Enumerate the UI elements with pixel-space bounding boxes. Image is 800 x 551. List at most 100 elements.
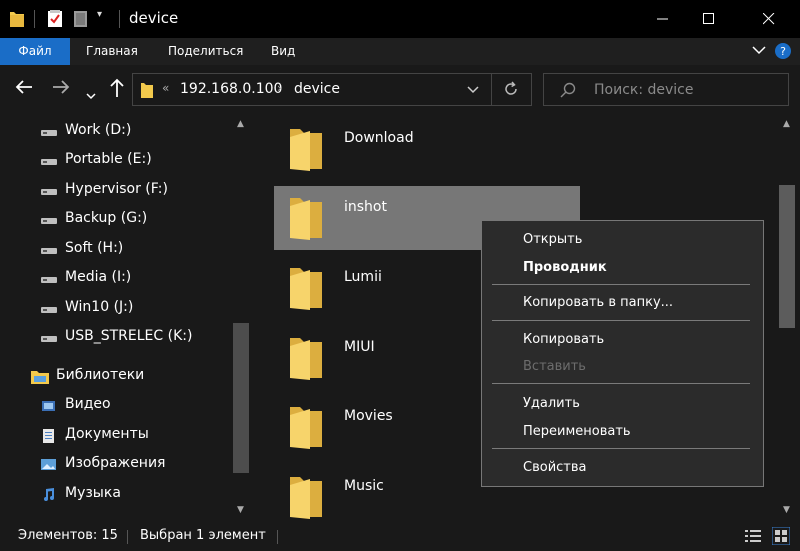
breadcrumb-overflow[interactable]: «	[162, 81, 169, 95]
status-bar: Элементов: 15 Выбран 1 элемент	[0, 521, 800, 551]
menu-item-label: Удалить	[523, 396, 580, 411]
folder-icon[interactable]	[10, 10, 24, 27]
up-button[interactable]	[110, 78, 124, 103]
menu-item-label: Вставить	[523, 359, 586, 374]
close-icon	[763, 13, 775, 25]
maximize-icon	[703, 13, 714, 24]
folder-name: Music	[344, 478, 384, 494]
drive-icon	[41, 218, 57, 224]
folder-name: Movies	[344, 408, 393, 424]
nav-item-label: Видео	[65, 396, 111, 412]
menu-item-open[interactable]: Открыть	[482, 227, 763, 253]
chevron-down-icon	[86, 93, 96, 100]
nav-item-label: Work (D:)	[65, 122, 132, 138]
maximize-button[interactable]	[686, 0, 732, 38]
drive-icon	[41, 159, 57, 165]
drive-icon	[41, 277, 57, 283]
scroll-up-icon[interactable]: ▲	[237, 119, 244, 129]
folder-icon	[290, 338, 322, 380]
scroll-down-icon[interactable]: ▼	[237, 505, 244, 515]
menu-item-delete[interactable]: Удалить	[482, 391, 763, 417]
nav-item-label: Portable (E:)	[65, 151, 152, 167]
refresh-icon	[505, 81, 517, 95]
address-row: « 192.168.0.100 › device Поиск: device	[0, 65, 800, 115]
search-input[interactable]: Поиск: device	[594, 82, 694, 98]
drive-icon	[41, 336, 57, 342]
back-button[interactable]	[15, 79, 33, 100]
arrow-left-icon	[15, 80, 32, 94]
tab-share[interactable]: Поделиться	[156, 38, 255, 65]
folder-icon	[290, 477, 322, 519]
expand-ribbon-icon[interactable]	[752, 45, 766, 55]
tab-view[interactable]: Вид	[259, 38, 307, 65]
minimize-icon	[657, 18, 668, 20]
nav-scrollbar[interactable]: ▲ ▼	[231, 115, 251, 521]
address-history-button[interactable]	[467, 82, 479, 100]
window-title: device	[129, 9, 179, 27]
navigation-pane: Work (D:) Portable (E:) Hypervisor (F:) …	[0, 115, 253, 521]
folder-name: inshot	[344, 199, 387, 215]
status-divider	[127, 530, 128, 544]
menu-item-copy-to[interactable]: Копировать в папку...	[482, 290, 763, 316]
menu-item-label: Открыть	[523, 232, 583, 247]
pictures-icon	[41, 459, 56, 470]
folder-item[interactable]: Download	[274, 117, 580, 181]
folder-icon	[290, 129, 322, 171]
address-bar[interactable]: « 192.168.0.100 › device	[132, 73, 532, 106]
nav-item-label: Win10 (J:)	[65, 299, 134, 315]
menu-item-label: Свойства	[523, 460, 587, 475]
folder-icon	[290, 407, 322, 449]
tab-home[interactable]: Главная	[74, 38, 150, 65]
quick-access-dropdown-icon[interactable]: ▾	[97, 9, 102, 20]
menu-separator	[492, 320, 750, 321]
scroll-down-icon[interactable]: ▼	[783, 505, 790, 515]
drive-icon	[41, 130, 57, 136]
search-box[interactable]: Поиск: device	[543, 73, 789, 106]
arrow-up-icon	[110, 78, 124, 97]
close-button[interactable]	[746, 0, 792, 38]
folder-name: Lumii	[344, 269, 382, 285]
breadcrumb-current[interactable]: device	[294, 81, 340, 97]
scroll-up-icon[interactable]: ▲	[783, 119, 790, 129]
scrollbar-thumb[interactable]	[233, 323, 249, 473]
documents-icon	[43, 429, 54, 443]
refresh-button[interactable]	[503, 81, 519, 101]
menu-item-copy[interactable]: Копировать	[482, 327, 763, 353]
nav-item-label: Hypervisor (F:)	[65, 181, 168, 197]
folder-name: MIUI	[344, 339, 375, 355]
libraries-icon	[31, 371, 49, 384]
drive-icon	[41, 248, 57, 254]
menu-item-label: Копировать в папку...	[523, 295, 674, 310]
help-icon[interactable]: ?	[774, 42, 792, 60]
file-scrollbar[interactable]: ▲ ▼	[777, 115, 797, 521]
new-folder-icon[interactable]	[74, 10, 87, 27]
properties-icon[interactable]	[48, 10, 62, 27]
menu-item-properties[interactable]: Свойства	[482, 455, 763, 481]
scrollbar-thumb[interactable]	[779, 185, 795, 328]
menu-item-rename[interactable]: Переименовать	[482, 419, 763, 445]
breadcrumb-separator-icon[interactable]: ›	[277, 81, 282, 95]
nav-item-label: Soft (H:)	[65, 240, 124, 256]
menu-separator	[492, 448, 750, 449]
arrow-right-icon	[53, 80, 70, 94]
minimize-button[interactable]	[640, 0, 686, 38]
menu-separator	[492, 284, 750, 285]
tab-file[interactable]: Файл	[0, 38, 70, 65]
nav-item-label: Backup (G:)	[65, 210, 148, 226]
title-bar: ▾ device	[0, 0, 800, 38]
menu-item-label: Переименовать	[523, 424, 631, 439]
nav-item-label: Музыка	[65, 485, 121, 501]
nav-item-label: Библиотеки	[56, 367, 145, 383]
nav-item-label: Изображения	[65, 455, 166, 471]
status-item-count: Элементов: 15	[18, 528, 118, 543]
forward-button[interactable]	[52, 79, 70, 100]
folder-icon	[141, 83, 153, 98]
breadcrumb-host[interactable]: 192.168.0.100	[180, 81, 282, 97]
folder-icon	[290, 268, 322, 310]
recent-locations-button[interactable]	[86, 84, 96, 105]
folder-name: Download	[344, 130, 414, 146]
menu-item-explorer[interactable]: Проводник	[482, 255, 763, 281]
context-menu: Открыть Проводник Копировать в папку... …	[481, 220, 764, 487]
large-icons-view-icon[interactable]	[772, 527, 790, 545]
details-view-icon[interactable]	[745, 529, 761, 543]
